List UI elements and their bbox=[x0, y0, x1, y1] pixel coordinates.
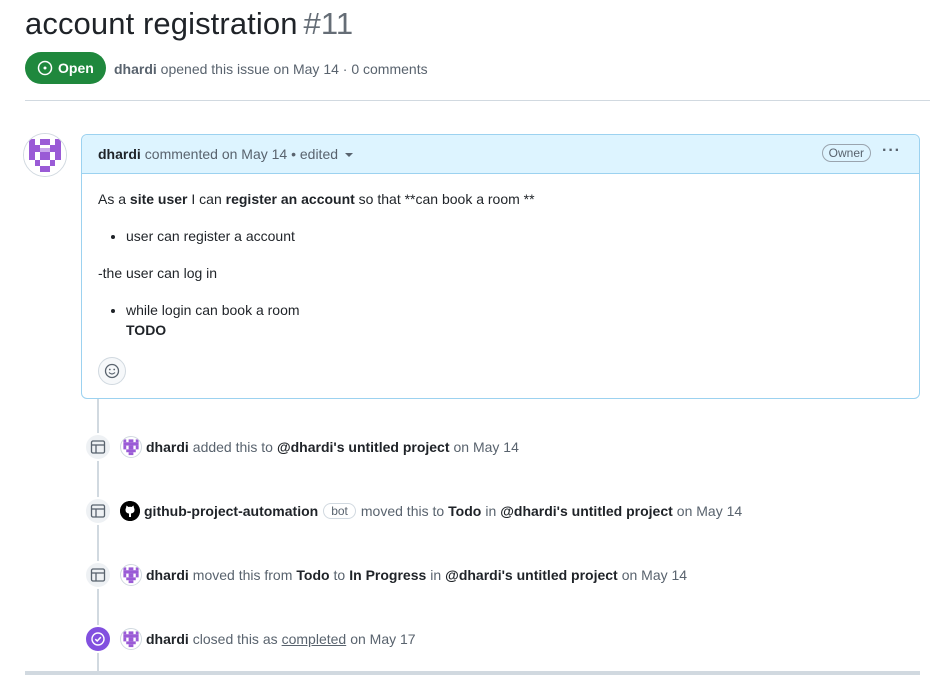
event-badge bbox=[84, 433, 112, 461]
comment-author-link[interactable]: dhardi bbox=[98, 146, 141, 162]
octocat-icon bbox=[120, 501, 140, 521]
project-table-icon bbox=[90, 440, 106, 454]
comment-paragraph-2: -the user can log in bbox=[98, 265, 218, 281]
p1-bold-1: site user bbox=[129, 191, 188, 207]
column-name: Todo bbox=[296, 567, 330, 583]
timeline-event: dhardi closed this as completed on May 1… bbox=[84, 625, 420, 653]
identicon-icon bbox=[123, 439, 139, 456]
edit-history-caret-icon[interactable] bbox=[345, 153, 354, 157]
event-actor-link[interactable]: dhardi bbox=[146, 631, 189, 647]
timeline-bottom-divider bbox=[25, 671, 920, 675]
issue-meta: dhardi opened this issue on May 14 · 0 c… bbox=[114, 61, 428, 77]
p1-text-d: so that **can book a room ** bbox=[354, 191, 535, 207]
project-link[interactable]: @dhardi's untitled project bbox=[277, 439, 450, 455]
author-avatar[interactable] bbox=[23, 133, 67, 177]
smiley-icon bbox=[104, 363, 120, 379]
list-item: while login can book a room TODO bbox=[126, 300, 300, 340]
comment-meta: commented on May 14 • edited bbox=[144, 146, 339, 162]
project-link[interactable]: @dhardi's untitled project bbox=[500, 503, 673, 519]
issue-meta-text: opened this issue on May 14 · 0 comments bbox=[160, 61, 428, 77]
comment-paragraph-1: As a site user I can register an account… bbox=[98, 189, 535, 209]
issue-title: account registration #11 bbox=[25, 6, 353, 42]
list-item-bold: TODO bbox=[126, 322, 167, 338]
project-table-icon bbox=[90, 568, 106, 582]
issue-title-text: account registration bbox=[25, 6, 298, 41]
project-table-icon bbox=[90, 504, 106, 518]
event-actor-link[interactable]: dhardi bbox=[146, 439, 189, 455]
event-text: moved this from bbox=[192, 567, 293, 583]
comment-list-1: user can register a account bbox=[98, 226, 295, 246]
actor-avatar[interactable] bbox=[120, 564, 142, 586]
github-logo-icon[interactable] bbox=[120, 501, 140, 521]
event-badge bbox=[84, 497, 112, 525]
event-badge bbox=[84, 561, 112, 589]
event-actor-link[interactable]: github-project-automation bbox=[144, 503, 318, 519]
timeline-event: dhardi moved this from Todo to In Progre… bbox=[84, 561, 691, 589]
completed-link[interactable]: completed bbox=[282, 631, 347, 647]
comment-list-2: while login can book a room TODO bbox=[98, 300, 300, 340]
issue-author-link[interactable]: dhardi bbox=[114, 61, 157, 77]
bot-badge: bot bbox=[323, 503, 356, 519]
event-text: moved this to bbox=[360, 503, 445, 519]
event-text: in bbox=[485, 503, 497, 519]
list-item-text: while login can book a room bbox=[126, 302, 300, 318]
timeline-event: github-project-automation bot moved this… bbox=[84, 497, 742, 525]
column-name: In Progress bbox=[349, 567, 427, 583]
project-link[interactable]: @dhardi's untitled project bbox=[445, 567, 618, 583]
p1-bold-2: register an account bbox=[225, 191, 355, 207]
issue-state-badge: Open bbox=[25, 52, 106, 84]
event-date: on May 14 bbox=[676, 503, 743, 519]
header-divider bbox=[25, 100, 930, 101]
event-text: closed this as bbox=[192, 631, 278, 647]
issue-open-icon bbox=[37, 60, 53, 76]
p1-text-c: I can bbox=[187, 191, 226, 207]
identicon-icon bbox=[123, 631, 139, 648]
issue-number: #11 bbox=[303, 6, 354, 41]
comment-body: As a site user I can register an account… bbox=[82, 174, 919, 385]
issue-closed-icon bbox=[91, 632, 105, 646]
actor-avatar[interactable] bbox=[120, 436, 142, 458]
owner-badge: Owner bbox=[821, 144, 871, 162]
event-text: to bbox=[333, 567, 346, 583]
add-reaction-button[interactable] bbox=[98, 357, 126, 385]
comment-options-icon[interactable]: ··· bbox=[882, 142, 901, 160]
comment-header: dhardi commented on May 14 • edited Owne… bbox=[82, 135, 919, 174]
issue-state-label: Open bbox=[58, 60, 94, 76]
identicon-icon bbox=[24, 134, 66, 176]
event-actor-link[interactable]: dhardi bbox=[146, 567, 189, 583]
timeline-event: dhardi added this to @dhardi's untitled … bbox=[84, 433, 523, 461]
event-text: added this to bbox=[192, 439, 273, 455]
event-date: on May 14 bbox=[621, 567, 688, 583]
column-name: Todo bbox=[448, 503, 482, 519]
list-item: user can register a account bbox=[126, 226, 295, 246]
event-date: on May 17 bbox=[350, 631, 416, 647]
actor-avatar[interactable] bbox=[120, 628, 142, 650]
comment-box: dhardi commented on May 14 • edited Owne… bbox=[81, 134, 920, 399]
event-badge-closed bbox=[84, 625, 112, 653]
event-date: on May 14 bbox=[453, 439, 519, 455]
event-text: in bbox=[430, 567, 442, 583]
identicon-icon bbox=[123, 567, 139, 584]
p1-text-a: As a bbox=[98, 191, 130, 207]
